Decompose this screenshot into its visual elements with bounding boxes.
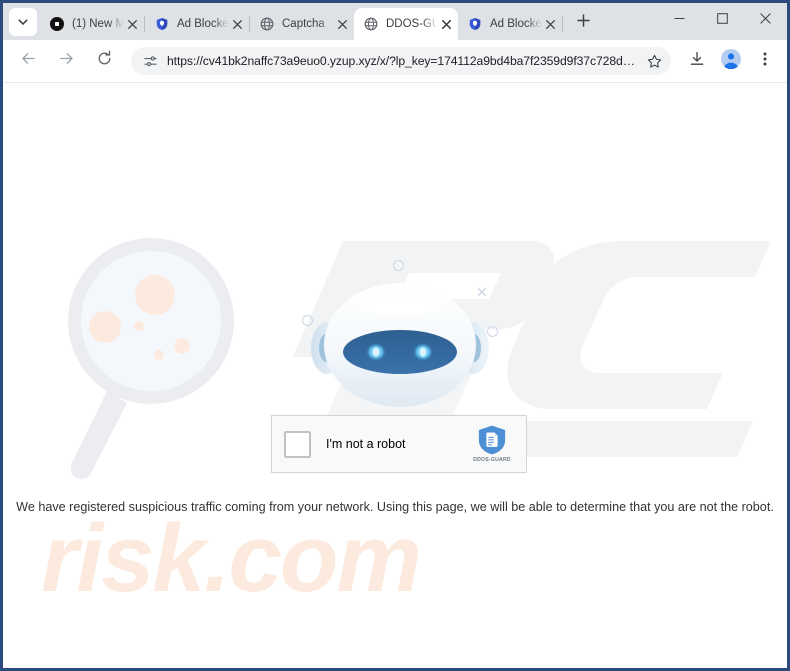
ddos-guard-brand-small: DDOS-GUARD [458,416,526,472]
three-dot-menu-icon [757,51,773,72]
download-icon [689,51,705,72]
plus-icon [576,14,590,32]
shield-icon [154,16,170,32]
captcha-label: I'm not a robot [326,437,406,451]
tab-title: Ad Blocker Pr [490,18,542,30]
reload-button[interactable] [89,46,119,76]
notice-text: We have registered suspicious traffic co… [16,500,774,514]
arrow-right-icon [58,50,75,72]
tab-title: (1) New Mess [72,18,124,30]
profile-button[interactable] [717,47,745,75]
chrome-menu-button[interactable] [751,47,779,75]
ddos-guard-brand-text: DDOS-GUARD [473,457,511,463]
new-tab-button[interactable] [569,9,597,37]
magnifier-illustration [68,238,234,479]
tab-title: Ad Blocker Pr [177,18,229,30]
decoration-circle-1 [393,260,404,271]
tab-close-icon[interactable] [542,16,558,32]
browser-window: (1) New Mess Ad Blocker Pr [0,0,790,671]
profile-avatar-icon [721,48,741,74]
address-bar[interactable]: https://cv41bk2naffc73a9euo0.yzup.xyz/x/… [131,47,671,75]
risk-com-watermark: risk.com [41,505,422,612]
close-window-button[interactable] [744,3,787,36]
captcha-checkbox[interactable] [284,430,311,458]
tab-separator [562,16,563,32]
page-content: ✕ I'm not a robot DDOS-GUARD risk.com We… [3,83,787,668]
reload-icon [96,50,113,72]
tab-close-icon[interactable] [334,16,350,32]
shield-icon [467,16,483,32]
chevron-down-icon [17,16,29,28]
decoration-x-mark: ✕ [476,284,488,300]
tab-close-icon[interactable] [438,16,454,32]
ddos-guard-footer-brand: DDOS-GUARD [3,667,787,668]
tab-close-icon[interactable] [229,16,245,32]
tab-captcha[interactable]: Captcha [250,8,354,40]
star-icon[interactable] [643,50,665,72]
forward-button[interactable] [51,46,81,76]
back-button[interactable] [13,46,43,76]
tab-strip: (1) New Mess Ad Blocker Pr [3,3,787,40]
window-controls [658,3,787,36]
robot-illustration [311,283,489,407]
downloads-button[interactable] [683,47,711,75]
globe-icon [259,16,275,32]
decoration-circle-2 [302,315,313,326]
captcha-widget[interactable]: I'm not a robot DDOS-GUARD [271,415,527,473]
record-circle-icon [49,16,65,32]
decoration-circle-3 [487,326,498,337]
globe-icon [363,16,379,32]
shield-icon [378,667,412,668]
minimize-button[interactable] [658,3,701,36]
tab-close-icon[interactable] [124,16,140,32]
arrow-left-icon [20,50,37,72]
browser-toolbar: https://cv41bk2naffc73a9euo0.yzup.xyz/x/… [3,40,787,83]
maximize-button[interactable] [701,3,744,36]
close-icon [760,11,771,29]
url-text: https://cv41bk2naffc73a9euo0.yzup.xyz/x/… [167,54,637,68]
tab-ddos-guard[interactable]: DDOS-GUARD [354,8,458,40]
minimize-icon [674,11,685,29]
tab-search-button[interactable] [9,8,37,36]
tab-ad-blocker-pro-1[interactable]: Ad Blocker Pr [145,8,249,40]
shield-icon [478,425,506,455]
tab-title: DDOS-GUARD [386,18,438,30]
tab-ad-blocker-pro-2[interactable]: Ad Blocker Pr [458,8,562,40]
maximize-icon [717,11,728,29]
site-settings-icon[interactable] [141,52,159,70]
tab-title: Captcha [282,18,325,30]
tab-new-message[interactable]: (1) New Mess [40,8,144,40]
